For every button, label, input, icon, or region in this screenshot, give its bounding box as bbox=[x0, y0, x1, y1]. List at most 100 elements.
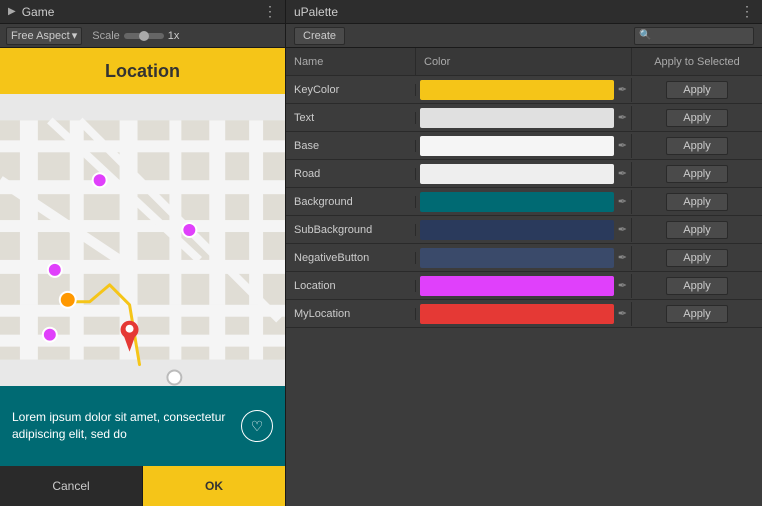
phone-header: Location bbox=[0, 48, 285, 94]
apply-button-6[interactable]: Apply bbox=[666, 249, 728, 267]
palette-panel: Name Color Apply to Selected KeyColor ✒ … bbox=[286, 48, 762, 506]
palette-panel-header: uPalette ⋮ bbox=[286, 0, 762, 23]
game-menu-dots[interactable]: ⋮ bbox=[263, 3, 277, 20]
palette-toolbar: Create 🔍 bbox=[286, 24, 762, 47]
apply-button-2[interactable]: Apply bbox=[666, 137, 728, 155]
create-button[interactable]: Create bbox=[294, 27, 345, 45]
apply-button-5[interactable]: Apply bbox=[666, 221, 728, 239]
apply-button-3[interactable]: Apply bbox=[666, 165, 728, 183]
row-apply-col-3: Apply bbox=[632, 165, 762, 183]
palette-title: uPalette bbox=[294, 5, 338, 19]
row-apply-col-8: Apply bbox=[632, 305, 762, 323]
row-name-6: NegativeButton bbox=[286, 252, 416, 264]
color-swatch-7[interactable] bbox=[420, 276, 614, 296]
eyedropper-icon-7[interactable]: ✒ bbox=[618, 279, 627, 292]
row-name-2: Base bbox=[286, 140, 416, 152]
scale-label: Scale bbox=[92, 30, 120, 42]
phone-header-title: Location bbox=[105, 61, 180, 82]
row-name-0: KeyColor bbox=[286, 84, 416, 96]
row-color-area-3: ✒ bbox=[416, 162, 632, 186]
row-name-7: Location bbox=[286, 280, 416, 292]
palette-row: Road ✒ Apply bbox=[286, 160, 762, 188]
row-apply-col-5: Apply bbox=[632, 221, 762, 239]
phone-footer: Cancel OK bbox=[0, 466, 285, 506]
game-icon: ▶ bbox=[8, 6, 16, 17]
cancel-button[interactable]: Cancel bbox=[0, 466, 143, 506]
color-swatch-5[interactable] bbox=[420, 220, 614, 240]
row-color-area-8: ✒ bbox=[416, 302, 632, 326]
row-name-5: SubBackground bbox=[286, 224, 416, 236]
palette-row: NegativeButton ✒ Apply bbox=[286, 244, 762, 272]
row-name-4: Background bbox=[286, 196, 416, 208]
color-swatch-3[interactable] bbox=[420, 164, 614, 184]
apply-button-8[interactable]: Apply bbox=[666, 305, 728, 323]
ok-button[interactable]: OK bbox=[143, 466, 285, 506]
palette-row: SubBackground ✒ Apply bbox=[286, 216, 762, 244]
eyedropper-icon-4[interactable]: ✒ bbox=[618, 195, 627, 208]
row-apply-col-6: Apply bbox=[632, 249, 762, 267]
eyedropper-icon-2[interactable]: ✒ bbox=[618, 139, 627, 152]
main-area: Location bbox=[0, 48, 762, 506]
row-color-area-2: ✒ bbox=[416, 134, 632, 158]
apply-button-1[interactable]: Apply bbox=[666, 109, 728, 127]
game-view-panel: Location bbox=[0, 48, 286, 506]
row-name-8: MyLocation bbox=[286, 308, 416, 320]
map-area bbox=[0, 94, 285, 386]
eyedropper-icon-1[interactable]: ✒ bbox=[618, 111, 627, 124]
row-color-area-6: ✒ bbox=[416, 246, 632, 270]
row-apply-col-7: Apply bbox=[632, 277, 762, 295]
palette-rows: KeyColor ✒ Apply Text ✒ Apply Base ✒ App… bbox=[286, 76, 762, 506]
color-swatch-8[interactable] bbox=[420, 304, 614, 324]
palette-row: MyLocation ✒ Apply bbox=[286, 300, 762, 328]
eyedropper-icon-5[interactable]: ✒ bbox=[618, 223, 627, 236]
game-panel-header: ▶ Game ⋮ bbox=[0, 0, 286, 23]
aspect-select[interactable]: Free Aspect ▾ bbox=[6, 27, 82, 45]
palette-row: KeyColor ✒ Apply bbox=[286, 76, 762, 104]
heart-button[interactable]: ♡ bbox=[241, 410, 273, 442]
palette-row: Location ✒ Apply bbox=[286, 272, 762, 300]
col-color-header: Color bbox=[416, 48, 632, 75]
top-bar: ▶ Game ⋮ uPalette ⋮ bbox=[0, 0, 762, 24]
eyedropper-icon-6[interactable]: ✒ bbox=[618, 251, 627, 264]
apply-button-0[interactable]: Apply bbox=[666, 81, 728, 99]
heart-icon: ♡ bbox=[251, 418, 264, 435]
color-swatch-0[interactable] bbox=[420, 80, 614, 100]
apply-button-7[interactable]: Apply bbox=[666, 277, 728, 295]
palette-row: Background ✒ Apply bbox=[286, 188, 762, 216]
row-name-1: Text bbox=[286, 112, 416, 124]
search-icon: 🔍 bbox=[639, 30, 651, 41]
color-swatch-6[interactable] bbox=[420, 248, 614, 268]
palette-table-header: Name Color Apply to Selected bbox=[286, 48, 762, 76]
row-color-area-4: ✒ bbox=[416, 190, 632, 214]
phone-info-box: Lorem ipsum dolor sit amet, consectetur … bbox=[0, 386, 285, 466]
col-name-header: Name bbox=[286, 48, 416, 75]
color-swatch-1[interactable] bbox=[420, 108, 614, 128]
game-toolbar: Free Aspect ▾ Scale 1x bbox=[0, 24, 286, 47]
phone-screen: Location bbox=[0, 48, 285, 506]
row-color-area-7: ✒ bbox=[416, 274, 632, 298]
row-color-area-1: ✒ bbox=[416, 106, 632, 130]
row-color-area-0: ✒ bbox=[416, 78, 632, 102]
second-bar: Free Aspect ▾ Scale 1x Create 🔍 bbox=[0, 24, 762, 48]
scale-value: 1x bbox=[168, 30, 180, 42]
row-apply-col-4: Apply bbox=[632, 193, 762, 211]
apply-button-4[interactable]: Apply bbox=[666, 193, 728, 211]
map-svg bbox=[0, 94, 285, 386]
color-swatch-4[interactable] bbox=[420, 192, 614, 212]
row-color-area-5: ✒ bbox=[416, 218, 632, 242]
palette-row: Text ✒ Apply bbox=[286, 104, 762, 132]
col-apply-header: Apply to Selected bbox=[632, 48, 762, 75]
palette-row: Base ✒ Apply bbox=[286, 132, 762, 160]
game-title: Game bbox=[22, 5, 55, 19]
aspect-label: Free Aspect bbox=[11, 30, 70, 42]
eyedropper-icon-3[interactable]: ✒ bbox=[618, 167, 627, 180]
search-box[interactable]: 🔍 bbox=[634, 27, 754, 45]
eyedropper-icon-8[interactable]: ✒ bbox=[618, 307, 627, 320]
color-swatch-2[interactable] bbox=[420, 136, 614, 156]
scale-slider[interactable] bbox=[124, 33, 164, 39]
row-name-3: Road bbox=[286, 168, 416, 180]
row-apply-col-0: Apply bbox=[632, 81, 762, 99]
eyedropper-icon-0[interactable]: ✒ bbox=[618, 83, 627, 96]
aspect-dropdown-arrow: ▾ bbox=[72, 29, 78, 42]
palette-menu-dots[interactable]: ⋮ bbox=[740, 3, 754, 20]
